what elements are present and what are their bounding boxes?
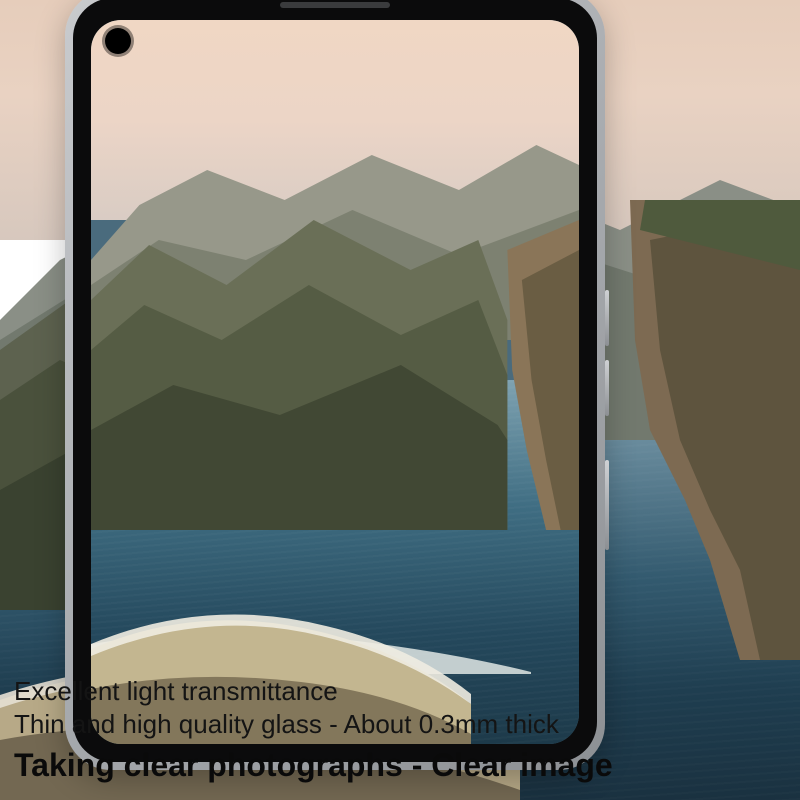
phone-volume-up-button <box>605 290 609 346</box>
phone-mockup <box>65 0 605 770</box>
screen-mid-hills <box>91 190 579 530</box>
background-cliff <box>590 200 800 660</box>
caption-line-2: Thin and high quality glass - About 0.3m… <box>14 708 786 741</box>
phone-bezel <box>73 0 597 762</box>
front-camera-icon <box>105 28 131 54</box>
caption-line-1: Excellent light transmittance <box>14 675 786 708</box>
product-image: Excellent light transmittance Thin and h… <box>0 0 800 800</box>
phone-power-button <box>605 460 609 550</box>
phone-volume-down-button <box>605 360 609 416</box>
phone-earpiece <box>280 2 390 8</box>
caption-line-3: Taking clear photographs - Clear image <box>14 745 786 786</box>
caption-block: Excellent light transmittance Thin and h… <box>14 675 786 786</box>
phone-screen <box>91 20 579 744</box>
